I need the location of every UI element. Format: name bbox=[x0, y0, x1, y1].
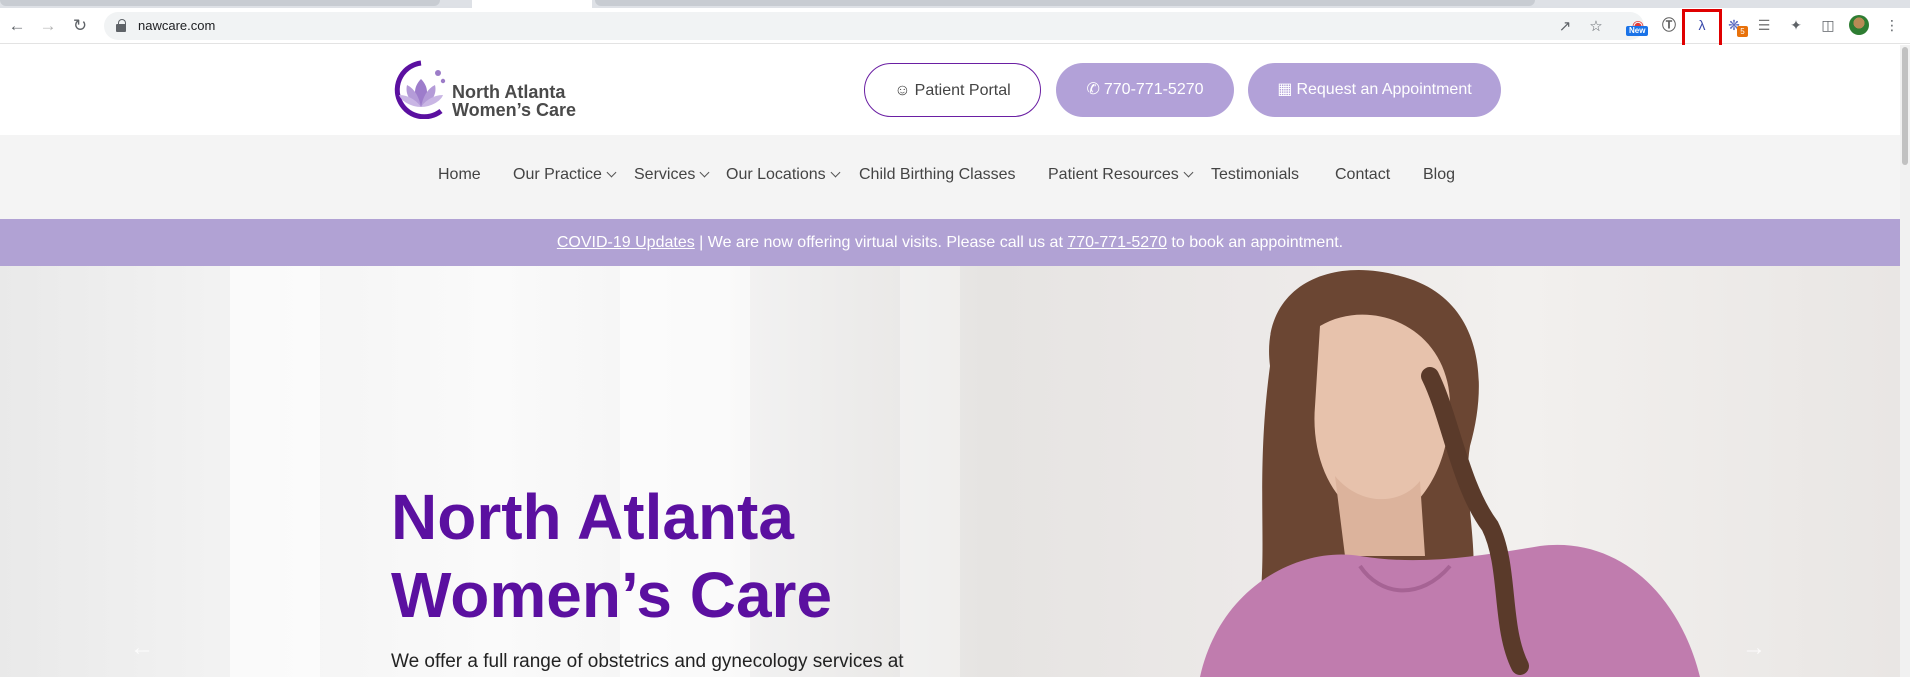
nav-item-label: Testimonials bbox=[1211, 166, 1300, 183]
extension-count-badge: 5 bbox=[1737, 26, 1748, 37]
profile-avatar[interactable] bbox=[1849, 15, 1869, 35]
hero-woman-image bbox=[1200, 270, 1700, 677]
nav-item-contact[interactable]: Contact bbox=[1335, 166, 1390, 184]
tab-background[interactable] bbox=[595, 0, 1535, 6]
nav-item-patient-resources[interactable]: Patient Resources bbox=[1048, 166, 1194, 184]
tab-strip bbox=[0, 0, 1910, 8]
share-icon[interactable]: ↗ bbox=[1556, 18, 1574, 36]
url-text[interactable]: nawcare.com bbox=[138, 18, 215, 33]
patient-portal-button[interactable]: ☺ Patient Portal bbox=[864, 63, 1041, 117]
banner-text-end: to book an appointment. bbox=[1166, 234, 1344, 251]
phone-button[interactable]: ✆ 770-771-5270 bbox=[1056, 63, 1234, 117]
chevron-down-icon bbox=[830, 167, 841, 178]
covid-updates-link[interactable]: COVID-19 Updates bbox=[557, 234, 695, 251]
phone-icon: ✆ bbox=[1086, 81, 1100, 98]
patient-portal-label: Patient Portal bbox=[914, 82, 1011, 99]
nav-item-label: Our Locations bbox=[726, 166, 826, 183]
nav-item-blog[interactable]: Blog bbox=[1423, 166, 1455, 184]
chevron-down-icon bbox=[606, 167, 617, 178]
hero-section: North Atlanta Women’s Care We offer a fu… bbox=[0, 266, 1900, 677]
site-header: North Atlanta Women’s Care ☺ Patient Port… bbox=[0, 45, 1900, 135]
request-appointment-label: Request an Appointment bbox=[1296, 81, 1472, 98]
extension-new-badge: New bbox=[1626, 26, 1649, 36]
database-icon[interactable]: ☰ bbox=[1754, 15, 1774, 35]
forward-icon[interactable]: → bbox=[37, 15, 59, 37]
puzzle-icon[interactable]: ✦ bbox=[1786, 15, 1806, 35]
logo-text[interactable]: North Atlanta Women’s Care bbox=[452, 83, 576, 119]
scrollbar-thumb[interactable] bbox=[1902, 47, 1908, 165]
hero-title-line2: Women’s Care bbox=[391, 559, 833, 631]
hero-title-line1: North Atlanta bbox=[391, 481, 794, 553]
request-appointment-button[interactable]: ▦ Request an Appointment bbox=[1248, 63, 1501, 117]
back-icon[interactable]: ← bbox=[6, 15, 28, 37]
nav-item-services[interactable]: Services bbox=[634, 166, 710, 184]
nav-item-label: Patient Resources bbox=[1048, 166, 1179, 183]
nav-item-label: Contact bbox=[1335, 166, 1391, 183]
main-navigation: Home Our Practice Services Our Locations… bbox=[0, 135, 1900, 219]
curtain-decoration bbox=[230, 266, 320, 677]
nav-item-label: Our Practice bbox=[513, 166, 602, 183]
nav-item-label: Blog bbox=[1423, 166, 1456, 183]
browser-toolbar: ← → ↻ nawcare.com ↗ ☆ bbox=[0, 8, 1910, 44]
nav-item-home[interactable]: Home bbox=[438, 166, 481, 184]
chevron-down-icon bbox=[699, 167, 710, 178]
covid-banner: COVID-19 Updates | We are now offering v… bbox=[0, 219, 1900, 266]
wordpress-icon[interactable]: Ⓣ bbox=[1659, 15, 1679, 35]
carousel-prev-arrow-icon[interactable]: ← bbox=[130, 634, 154, 662]
chevron-down-icon bbox=[1183, 167, 1194, 178]
banner-phone-link[interactable]: 770-771-5270 bbox=[1067, 234, 1167, 251]
user-icon: ☺ bbox=[894, 82, 911, 99]
nav-item-testimonials[interactable]: Testimonials bbox=[1211, 166, 1299, 184]
hero-title: North Atlanta Women’s Care bbox=[391, 478, 832, 634]
hero-subtitle: We offer a full range of obstetrics and … bbox=[391, 651, 904, 672]
nav-item-our-locations[interactable]: Our Locations bbox=[726, 166, 841, 184]
curtain-decoration bbox=[900, 266, 960, 677]
lock-icon[interactable] bbox=[116, 19, 126, 32]
menu-icon[interactable]: ⋮ bbox=[1882, 15, 1902, 35]
address-bar[interactable]: nawcare.com ↗ ☆ bbox=[104, 12, 1644, 40]
page-scrollbar[interactable] bbox=[1900, 45, 1910, 677]
logo-lotus-icon[interactable] bbox=[391, 59, 451, 119]
logo-line2: Women’s Care bbox=[452, 100, 577, 120]
nav-item-our-practice[interactable]: Our Practice bbox=[513, 166, 617, 184]
nav-item-label: Home bbox=[438, 166, 481, 183]
nav-item-label: Services bbox=[634, 166, 696, 183]
tab-active[interactable] bbox=[472, 0, 592, 8]
tab-background[interactable] bbox=[0, 0, 440, 6]
star-icon[interactable]: ☆ bbox=[1587, 18, 1605, 36]
logo-line1: North Atlanta bbox=[452, 82, 566, 102]
reload-icon[interactable]: ↻ bbox=[69, 15, 91, 37]
calendar-icon: ▦ bbox=[1277, 81, 1293, 98]
phone-label: 770-771-5270 bbox=[1103, 81, 1204, 98]
sidepanel-icon[interactable]: ◫ bbox=[1818, 15, 1838, 35]
nav-item-child-birthing-classes[interactable]: Child Birthing Classes bbox=[859, 166, 1016, 184]
carousel-next-arrow-icon[interactable]: → bbox=[1742, 634, 1766, 662]
banner-text: | We are now offering virtual visits. Pl… bbox=[694, 234, 1068, 251]
nav-item-label: Child Birthing Classes bbox=[859, 166, 1016, 183]
